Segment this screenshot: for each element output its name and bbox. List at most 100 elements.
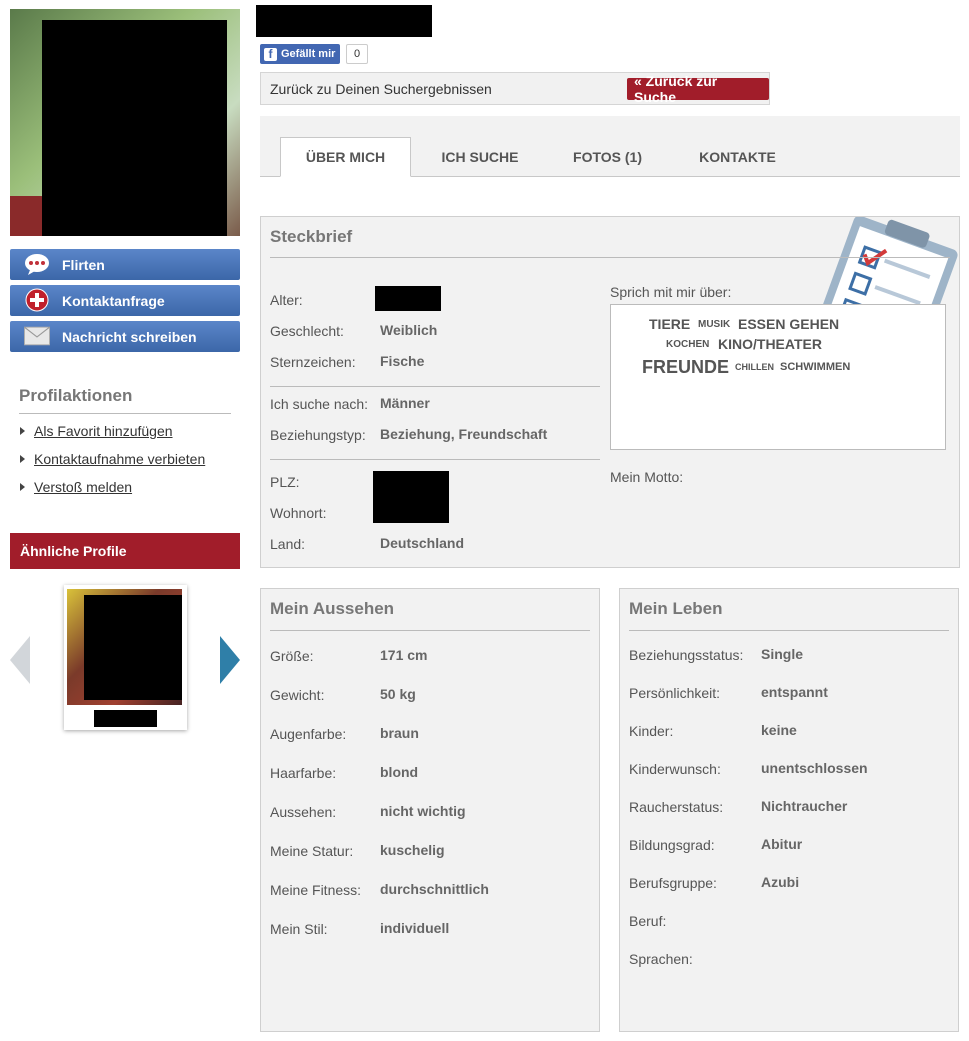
tag-chillen[interactable]: CHILLEN xyxy=(735,362,774,372)
attribute-value: keine xyxy=(761,722,797,738)
tag-musik[interactable]: MUSIK xyxy=(698,319,730,330)
attribute-label: Beruf: xyxy=(629,913,667,929)
write-message-button[interactable]: Nachricht schreiben xyxy=(10,321,240,352)
attribute-label: Mein Stil: xyxy=(270,921,328,937)
sternzeichen-label: Sternzeichen: xyxy=(270,354,356,370)
attribute-label: Augenfarbe: xyxy=(270,726,347,742)
tab-contacts[interactable]: KONTAKTE xyxy=(680,137,795,176)
divider xyxy=(270,257,950,258)
contact-request-button[interactable]: Kontaktanfrage xyxy=(10,285,240,316)
beziehungstyp-label: Beziehungstyp: xyxy=(270,427,366,443)
sternzeichen-value: Fische xyxy=(380,353,425,369)
attribute-value: blond xyxy=(380,764,419,780)
plus-circle-icon xyxy=(24,288,50,312)
tag-essen-gehen[interactable]: ESSEN GEHEN xyxy=(738,316,839,332)
attribute-label: Aussehen: xyxy=(270,804,337,820)
divider xyxy=(270,459,600,460)
attribute-value: 50 kg xyxy=(380,686,416,702)
attribute-label: Sprachen: xyxy=(629,951,693,967)
envelope-icon xyxy=(24,325,50,347)
similar-profiles-title: Ähnliche Profile xyxy=(20,543,127,559)
motto-label: Mein Motto: xyxy=(610,469,684,485)
back-bar: Zurück zu Deinen Suchergebnissen « Zurüc… xyxy=(260,72,770,105)
attribute-value: kuschelig xyxy=(380,842,445,858)
attribute-value: Abitur xyxy=(761,836,803,852)
attribute-label: Berufsgruppe: xyxy=(629,875,717,891)
tab-photos[interactable]: FOTOS (1) xyxy=(555,137,660,176)
attribute-value: durchschnittlich xyxy=(380,881,489,897)
attribute-label: Beziehungsstatus: xyxy=(629,647,744,663)
sucht-label: Ich suche nach: xyxy=(270,396,369,412)
facebook-like-label: Gefällt mir xyxy=(281,48,336,60)
attribute-value: braun xyxy=(380,725,419,741)
leben-title: Mein Leben xyxy=(629,599,723,618)
sprich-label: Sprich mit mir über: xyxy=(610,284,732,300)
facebook-icon: f xyxy=(264,47,277,61)
attribute-label: Größe: xyxy=(270,648,314,664)
tab-about-me[interactable]: ÜBER MICH xyxy=(280,137,411,177)
land-value: Deutschland xyxy=(380,535,465,551)
tab-looking-for[interactable]: ICH SUCHE xyxy=(425,137,535,176)
wohnort-label: Wohnort: xyxy=(270,505,327,521)
tag-kino-theater[interactable]: KINO/THEATER xyxy=(718,336,822,352)
report-link[interactable]: Verstoß melden xyxy=(20,479,132,495)
tab-bar: ÜBER MICH ICH SUCHE FOTOS (1) KONTAKTE xyxy=(260,116,960,177)
attribute-value: Single xyxy=(761,646,804,662)
redacted-name xyxy=(94,710,157,727)
back-to-search-button[interactable]: « Zurück zur Suche xyxy=(627,73,769,105)
redacted-username xyxy=(256,5,432,37)
tag-freunde[interactable]: FREUNDE xyxy=(642,357,729,378)
write-message-label: Nachricht schreiben xyxy=(62,328,197,345)
similar-profiles-header: Ähnliche Profile xyxy=(10,533,240,569)
profile-actions-title: Profilaktionen xyxy=(19,386,133,405)
report-label[interactable]: Verstoß melden xyxy=(34,479,132,495)
arrow-right-icon xyxy=(20,455,25,463)
geschlecht-label: Geschlecht: xyxy=(270,323,344,339)
attribute-value: entspannt xyxy=(761,684,828,700)
attribute-value: Azubi xyxy=(761,874,800,890)
facebook-like-button[interactable]: f Gefällt mir xyxy=(260,44,341,64)
arrow-right-icon xyxy=(20,427,25,435)
profile-photo[interactable] xyxy=(10,9,240,236)
contact-request-label: Kontaktanfrage xyxy=(62,292,165,309)
next-arrow-icon[interactable] xyxy=(220,636,240,684)
attribute-value: Nichtraucher xyxy=(761,798,848,814)
tag-cloud: TIERE MUSIK ESSEN GEHEN KOCHEN KINO/THEA… xyxy=(610,304,946,450)
divider xyxy=(629,630,949,631)
leben-panel: Mein Leben Beziehungsstatus: Single Persön… xyxy=(619,588,959,1032)
divider xyxy=(270,386,600,387)
similar-profile-card[interactable] xyxy=(64,585,187,730)
flirt-button-label: Flirten xyxy=(62,256,105,273)
divider xyxy=(19,413,231,414)
attribute-value: individuell xyxy=(380,920,450,936)
attribute-label: Gewicht: xyxy=(270,687,325,703)
alter-label: Alter: xyxy=(270,292,303,308)
aussehen-title: Mein Aussehen xyxy=(270,599,395,618)
divider xyxy=(270,630,590,631)
attribute-label: Meine Statur: xyxy=(270,843,354,859)
attribute-label: Haarfarbe: xyxy=(270,765,337,781)
attribute-value: unentschlossen xyxy=(761,760,868,776)
geschlecht-value: Weiblich xyxy=(380,322,438,338)
like-count: 0 xyxy=(346,44,368,64)
redacted-location xyxy=(373,471,449,523)
add-favorite-label[interactable]: Als Favorit hinzufügen xyxy=(34,423,173,439)
redacted-age xyxy=(375,286,441,311)
attribute-value: 171 cm xyxy=(380,647,428,663)
beziehungstyp-value: Beziehung, Freundschaft xyxy=(380,426,548,442)
tag-schwimmen[interactable]: SCHWIMMEN xyxy=(780,361,850,373)
land-label: Land: xyxy=(270,536,306,552)
block-contact-label[interactable]: Kontaktaufnahme verbieten xyxy=(34,451,205,467)
attribute-label: Kinder: xyxy=(629,723,674,739)
block-contact-link[interactable]: Kontaktaufnahme verbieten xyxy=(20,451,205,467)
tag-kochen[interactable]: KOCHEN xyxy=(666,339,709,350)
add-favorite-link[interactable]: Als Favorit hinzufügen xyxy=(20,423,173,439)
previous-arrow-icon[interactable] xyxy=(10,636,30,684)
similar-profile-photo[interactable] xyxy=(67,589,182,705)
sucht-value: Männer xyxy=(380,395,430,411)
tag-tiere[interactable]: TIERE xyxy=(649,316,690,332)
plz-label: PLZ: xyxy=(270,474,300,490)
flirt-button[interactable]: Flirten xyxy=(10,249,240,280)
attribute-label: Kinderwunsch: xyxy=(629,761,721,777)
arrow-right-icon xyxy=(20,483,25,491)
